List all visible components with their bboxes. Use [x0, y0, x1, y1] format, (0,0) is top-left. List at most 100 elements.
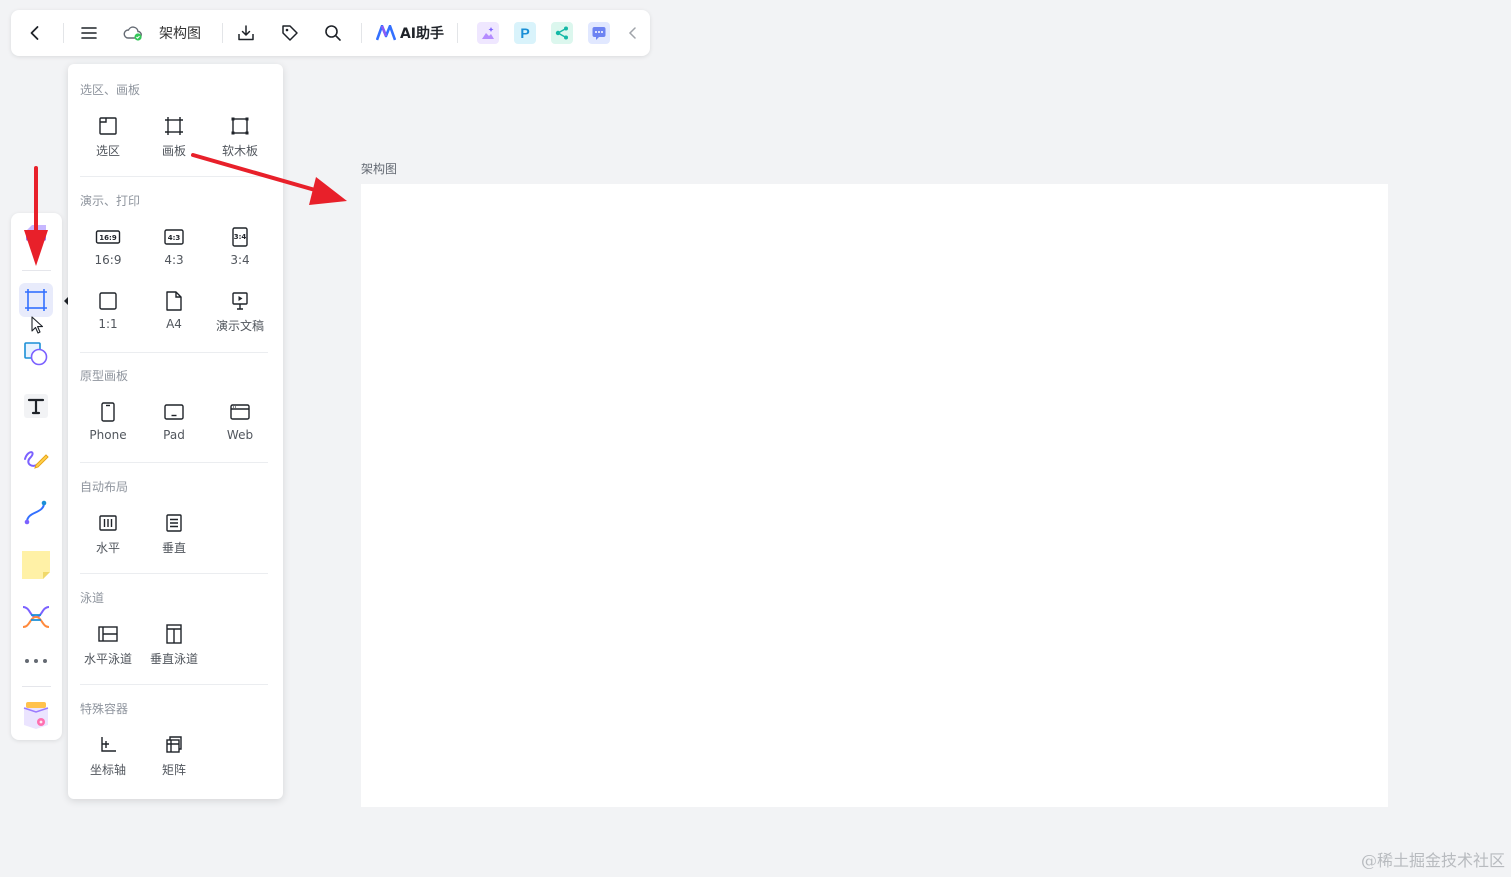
- item-label: Web: [226, 428, 254, 442]
- ratio-3-4-icon: 3:4: [232, 227, 248, 247]
- rail-divider: [22, 686, 51, 687]
- vertical-layout-item[interactable]: 垂直: [141, 511, 207, 563]
- shape-palette-button[interactable]: [19, 219, 53, 253]
- selection-icon: [99, 117, 117, 135]
- section-divider: [80, 352, 268, 353]
- chat-plugin-button[interactable]: [587, 10, 611, 56]
- horizontal-swimlane-icon: [98, 626, 118, 642]
- back-button[interactable]: [23, 10, 47, 56]
- doc-title[interactable]: 架构图: [155, 10, 205, 56]
- collapse-icon: [628, 27, 636, 39]
- item-label: 演示文稿: [215, 319, 264, 333]
- sticky-note-button[interactable]: [19, 548, 53, 582]
- section-divider: [80, 176, 268, 177]
- ratio-16-9-item[interactable]: 16:9 16:9: [75, 225, 141, 277]
- item-label: 软木板: [221, 144, 258, 158]
- cloud-sync-icon: [123, 26, 142, 41]
- horizontal-layout-item[interactable]: 水平: [75, 511, 141, 563]
- phone-icon: [101, 402, 115, 422]
- selection-item[interactable]: 选区: [75, 114, 141, 166]
- mindmap-tool-button[interactable]: [19, 600, 53, 634]
- back-icon: [30, 26, 39, 40]
- presentation-icon: [232, 292, 248, 310]
- artboard-title[interactable]: 架构图: [361, 160, 397, 177]
- toolbar-divider: [457, 23, 458, 43]
- item-label: 选区: [95, 144, 120, 158]
- tag-button[interactable]: [278, 10, 302, 56]
- sticky-note-icon: [22, 551, 50, 579]
- item-label: 矩阵: [161, 763, 186, 777]
- cloud-sync-status: [121, 10, 145, 56]
- image-plugin-button[interactable]: [476, 10, 500, 56]
- item-label: 4:3: [164, 253, 184, 267]
- artboard-item[interactable]: 画板: [141, 114, 207, 166]
- p-plugin-button[interactable]: P: [513, 10, 537, 56]
- artboard[interactable]: [361, 184, 1388, 807]
- toolbar-divider: [222, 23, 223, 43]
- item-label: 垂直泳道: [149, 652, 198, 666]
- search-icon: [325, 25, 341, 41]
- toolbar-divider: [63, 23, 64, 43]
- mindmap-icon: [22, 606, 50, 628]
- menu-button[interactable]: [77, 10, 101, 56]
- ratio-3-4-item[interactable]: 3:4 3:4: [207, 225, 273, 277]
- ai-assistant-label: AI助手: [399, 26, 445, 42]
- menu-icon: [81, 27, 97, 39]
- matrix-item[interactable]: 矩阵: [141, 733, 207, 785]
- shape-icon: [24, 342, 48, 366]
- watermark: @稀土掘金技术社区: [1360, 851, 1505, 870]
- ratio-1-1-item[interactable]: 1:1: [75, 289, 141, 341]
- section-title: 演示、打印: [80, 194, 141, 208]
- item-label: 坐标轴: [89, 763, 126, 777]
- ai-assistant-button[interactable]: AI助手: [373, 10, 447, 56]
- section-title: 泳道: [80, 591, 105, 605]
- chat-plugin-icon: [588, 22, 610, 44]
- a4-page-item[interactable]: A4: [141, 289, 207, 341]
- svg-text:3:4: 3:4: [234, 233, 247, 241]
- rail-divider: [22, 270, 51, 271]
- download-button[interactable]: [234, 10, 258, 56]
- connector-tool-button[interactable]: [19, 495, 53, 529]
- axis-icon: [101, 737, 116, 752]
- search-button[interactable]: [321, 10, 345, 56]
- ratio-4-3-item[interactable]: 4:3 4:3: [141, 225, 207, 277]
- web-item[interactable]: Web: [207, 400, 273, 452]
- corkboard-item[interactable]: 软木板: [207, 114, 273, 166]
- presentation-item[interactable]: 演示文稿: [207, 289, 273, 341]
- section-title: 选区、画板: [80, 83, 141, 97]
- download-icon: [238, 25, 254, 41]
- more-tools-button[interactable]: [19, 644, 53, 678]
- item-label: Pad: [163, 428, 185, 442]
- axis-item[interactable]: 坐标轴: [75, 733, 141, 785]
- matrix-icon: [166, 736, 182, 753]
- pad-item[interactable]: Pad: [141, 400, 207, 452]
- mindmap-plugin-button[interactable]: [550, 10, 574, 56]
- item-label: 水平泳道: [83, 652, 132, 666]
- horizontal-swimlane-item[interactable]: 水平泳道: [75, 622, 141, 674]
- tag-icon: [282, 25, 298, 41]
- collapse-toolbar-button[interactable]: [623, 10, 643, 56]
- shape-palette-icon: [26, 225, 46, 246]
- connector-icon: [24, 500, 47, 525]
- vertical-swimlane-item[interactable]: 垂直泳道: [141, 622, 207, 674]
- corkboard-icon: [231, 117, 249, 135]
- svg-text:16:9: 16:9: [99, 234, 117, 242]
- shape-tool-button[interactable]: [19, 337, 53, 371]
- toolbar-divider: [361, 23, 362, 43]
- text-tool-button[interactable]: [19, 389, 53, 423]
- image-plugin-icon: [477, 22, 499, 44]
- phone-item[interactable]: Phone: [75, 400, 141, 452]
- top-toolbar: 架构图 AI助手 P: [11, 10, 650, 56]
- pen-tool-button[interactable]: [19, 442, 53, 476]
- section-title: 原型画板: [80, 369, 129, 383]
- container-tool-button[interactable]: [19, 283, 53, 317]
- item-label: 垂直: [161, 541, 186, 555]
- a4-page-icon: [166, 291, 182, 311]
- vertical-swimlane-icon: [166, 624, 182, 644]
- ratio-4-3-icon: 4:3: [164, 229, 184, 245]
- artboard-icon: [165, 117, 183, 135]
- template-library-button[interactable]: [19, 698, 53, 732]
- pen-icon: [24, 451, 49, 469]
- horizontal-layout-icon: [99, 515, 117, 531]
- doc-title-text: 架构图: [159, 26, 201, 42]
